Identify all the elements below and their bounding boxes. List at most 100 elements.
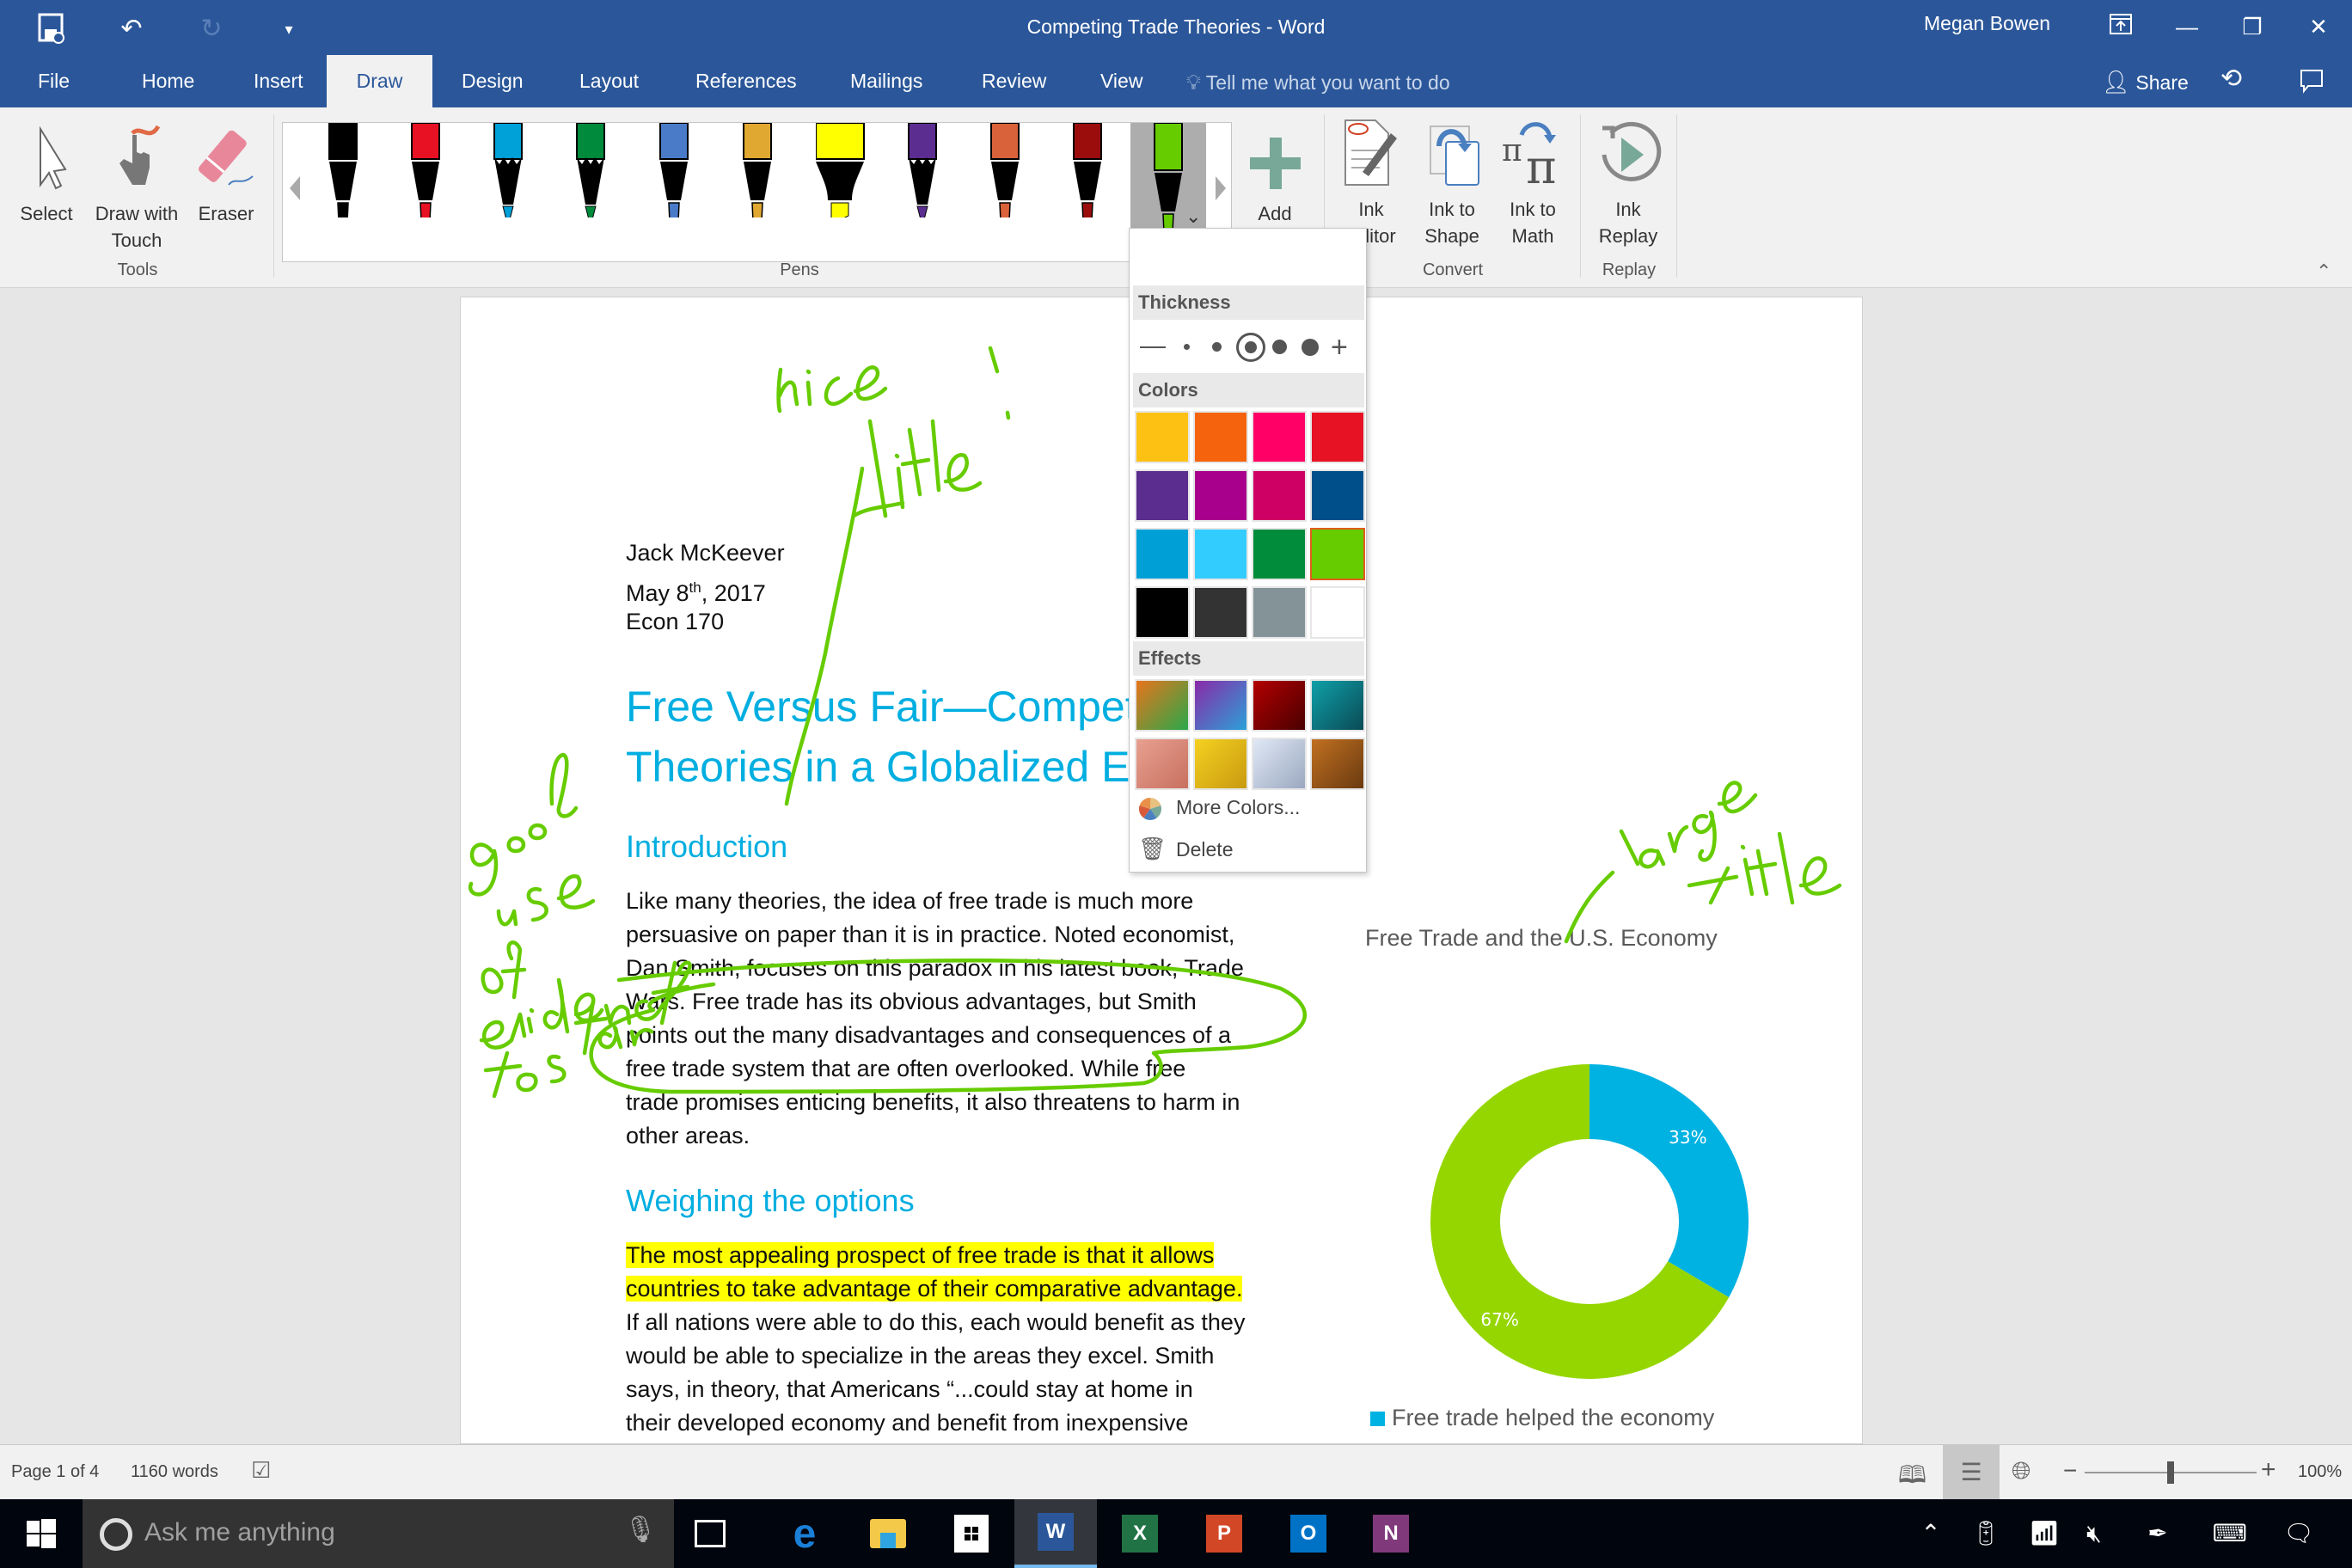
taskbar-outlook[interactable]: O: [1267, 1499, 1350, 1568]
blue-pencil[interactable]: [491, 123, 525, 217]
tab-view[interactable]: View: [1090, 55, 1153, 107]
minimize-icon[interactable]: —: [2161, 5, 2213, 48]
activity-history-icon[interactable]: ⟲: [2220, 64, 2242, 94]
taskbar-edge[interactable]: e: [763, 1499, 846, 1568]
thickness-decrease-icon[interactable]: [1140, 346, 1166, 348]
page-count[interactable]: Page 1 of 4: [11, 1462, 99, 1482]
color-swatch[interactable]: [1310, 469, 1365, 522]
color-swatch[interactable]: [1252, 586, 1307, 639]
tab-layout[interactable]: Layout: [569, 55, 649, 107]
color-swatch[interactable]: [1135, 411, 1190, 463]
gold-pen[interactable]: [740, 123, 775, 217]
color-swatch[interactable]: [1193, 528, 1248, 580]
yellow-highlighter[interactable]: [816, 123, 865, 217]
gallery-scroll-left-icon[interactable]: [290, 176, 300, 200]
tab-mailings[interactable]: Mailings: [840, 55, 933, 107]
volume-muted-icon[interactable]: 🔇︎: [2077, 1516, 2111, 1551]
web-layout-icon[interactable]: 🌐︎: [2012, 1457, 2030, 1485]
ruby-pen[interactable]: [1070, 123, 1105, 217]
draw-with-touch-button[interactable]: Draw with Touch: [86, 116, 187, 254]
color-swatch[interactable]: [1252, 528, 1307, 580]
color-swatch[interactable]: [1310, 411, 1365, 463]
thickness-option-3-selected[interactable]: [1236, 333, 1265, 362]
proofing-icon[interactable]: ☑: [251, 1457, 271, 1484]
windows-ink-icon[interactable]: ✒︎: [2141, 1516, 2175, 1551]
battery-icon[interactable]: 🔋︎: [1969, 1516, 2003, 1551]
select-button[interactable]: Select: [12, 116, 81, 227]
color-swatch[interactable]: [1135, 586, 1190, 639]
tab-references[interactable]: References: [685, 55, 807, 107]
user-name[interactable]: Megan Bowen: [1924, 12, 2050, 35]
action-center-icon[interactable]: 🗨︎: [2282, 1516, 2316, 1551]
ink-replay-button[interactable]: Ink Replay: [1590, 116, 1666, 249]
zoom-slider[interactable]: [2085, 1461, 2257, 1484]
color-swatch[interactable]: [1252, 411, 1307, 463]
word-count[interactable]: 1160 words: [131, 1462, 218, 1482]
start-button[interactable]: [0, 1499, 83, 1568]
show-hidden-icons[interactable]: ⌃: [1914, 1516, 1948, 1551]
black-pen[interactable]: [326, 123, 360, 217]
green-pencil[interactable]: [573, 123, 608, 217]
ribbon-display-options-icon[interactable]: [2095, 5, 2147, 48]
tab-design[interactable]: Design: [451, 55, 534, 107]
doughnut-chart[interactable]: Free Trade and the U.S. Economy 33% 67% F…: [1338, 925, 1819, 1441]
taskbar-powerpoint[interactable]: P: [1183, 1499, 1265, 1568]
rainbow-pen[interactable]: [988, 123, 1022, 217]
thickness-option-1[interactable]: [1184, 344, 1190, 350]
galaxy-effect[interactable]: [1193, 679, 1248, 732]
color-swatch[interactable]: [1193, 411, 1248, 463]
ink-to-shape-button[interactable]: Ink to Shape: [1417, 116, 1487, 249]
taskbar-file-explorer[interactable]: [847, 1499, 929, 1568]
taskbar-onenote[interactable]: N: [1350, 1499, 1432, 1568]
color-swatch[interactable]: [1310, 586, 1365, 639]
undo-icon[interactable]: ↶: [114, 12, 149, 46]
purple-pencil[interactable]: [905, 123, 940, 217]
delete-pen-item[interactable]: 🗑︎ Delete: [1138, 836, 1233, 862]
microphone-icon[interactable]: 🎙︎: [624, 1515, 657, 1545]
thickness-option-4[interactable]: [1272, 340, 1287, 354]
eraser-button[interactable]: Eraser: [191, 116, 261, 227]
restore-icon[interactable]: ❐: [2226, 5, 2278, 48]
thickness-option-5[interactable]: [1302, 339, 1319, 356]
red-pen[interactable]: [408, 123, 443, 217]
taskbar-store[interactable]: [930, 1499, 1013, 1568]
save-icon[interactable]: [34, 12, 69, 46]
zoom-level[interactable]: 100%: [2298, 1462, 2342, 1482]
tell-me-search[interactable]: 💡︎ Tell me what you want to do: [1186, 55, 1450, 107]
redo-icon[interactable]: ↻: [194, 12, 229, 46]
tab-file[interactable]: File: [28, 55, 80, 107]
bronze-effect[interactable]: [1310, 738, 1365, 790]
zoom-out-button[interactable]: −: [2063, 1457, 2077, 1485]
ocean-effect[interactable]: [1310, 679, 1365, 732]
gallery-scroll-right-icon[interactable]: [1216, 176, 1226, 200]
color-swatch[interactable]: [1252, 469, 1307, 522]
touch-keyboard-icon[interactable]: ⌨︎: [2209, 1516, 2251, 1551]
collapse-ribbon-icon[interactable]: ⌃: [2316, 260, 2331, 283]
gold-effect[interactable]: [1193, 738, 1248, 790]
cortana-search-box[interactable]: Ask me anything 🎙︎: [83, 1499, 674, 1568]
color-swatch[interactable]: [1193, 469, 1248, 522]
thickness-increase-icon[interactable]: +: [1331, 333, 1348, 362]
zoom-in-button[interactable]: +: [2261, 1455, 2276, 1485]
color-swatch[interactable]: [1310, 528, 1365, 580]
print-layout-icon[interactable]: ☰: [1943, 1445, 2000, 1500]
read-mode-icon[interactable]: 🕮︎: [1898, 1457, 1926, 1498]
more-colors-item[interactable]: More Colors...: [1138, 796, 1300, 821]
pen-options-chevron-icon[interactable]: ⌄: [1185, 205, 1201, 228]
rainbow-effect[interactable]: [1135, 679, 1190, 732]
add-pen-button[interactable]: Add: [1245, 116, 1305, 227]
tab-home[interactable]: Home: [132, 55, 205, 107]
thickness-option-2[interactable]: [1212, 342, 1222, 352]
ink-to-math-button[interactable]: ππ Ink to Math: [1498, 116, 1568, 249]
color-swatch[interactable]: [1193, 586, 1248, 639]
wifi-icon[interactable]: 📶︎: [2027, 1516, 2061, 1551]
tab-review[interactable]: Review: [971, 55, 1057, 107]
color-swatch[interactable]: [1135, 469, 1190, 522]
zoom-slider-thumb[interactable]: [2167, 1461, 2174, 1484]
tab-draw[interactable]: Draw: [327, 55, 432, 107]
share-button[interactable]: 👤︎ Share: [2102, 62, 2189, 101]
color-swatch[interactable]: [1135, 528, 1190, 580]
rose-gold-effect[interactable]: [1135, 738, 1190, 790]
taskbar-word[interactable]: W: [1014, 1499, 1097, 1568]
taskbar-excel[interactable]: X: [1099, 1499, 1181, 1568]
